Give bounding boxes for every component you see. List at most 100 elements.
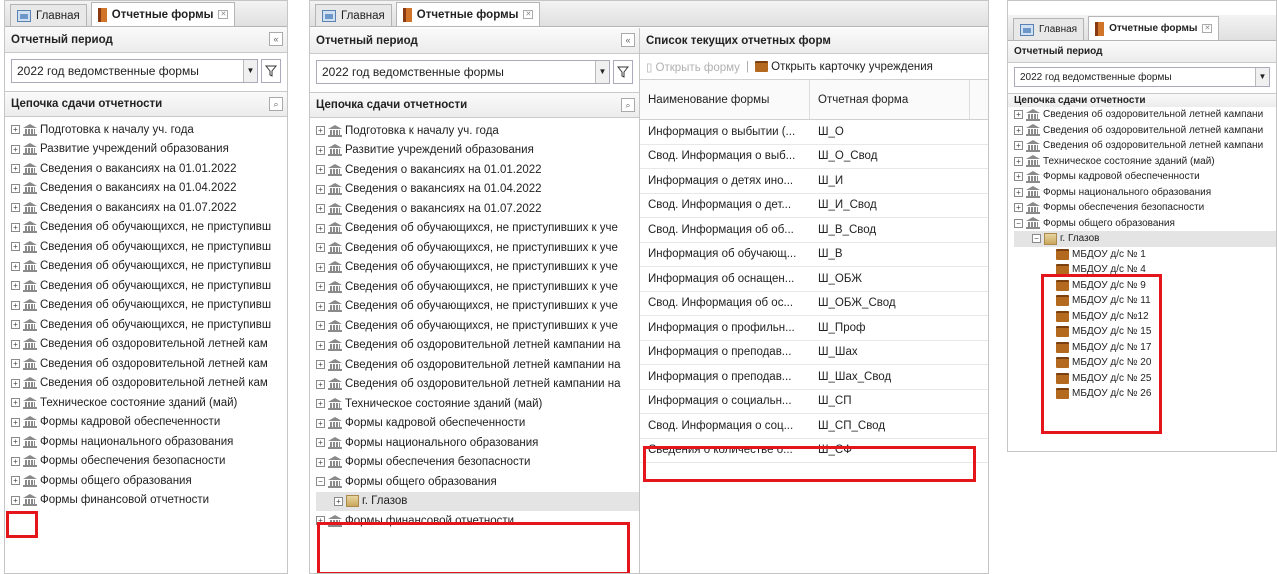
expand-icon[interactable]: + xyxy=(316,126,325,136)
expand-icon[interactable]: + xyxy=(316,379,325,389)
tree-item[interactable]: + Подготовка к началу уч. года xyxy=(11,120,287,140)
tree-item[interactable]: + Сведения об обучающихся, не приступивши… xyxy=(316,258,639,278)
expand-icon[interactable]: + xyxy=(11,144,20,154)
tree-item[interactable]: + Сведения о вакансиях на 01.07.2022 xyxy=(316,199,639,219)
expand-icon[interactable]: + xyxy=(316,340,325,350)
chevron-down-icon[interactable]: ▼ xyxy=(1255,68,1269,86)
tab-home[interactable]: Главная xyxy=(10,4,87,26)
tree-item[interactable]: + Формы кадровой обеспеченности xyxy=(316,414,639,434)
tree-item[interactable]: + Сведения об обучающихся, не приступивши… xyxy=(316,297,639,317)
expand-icon[interactable]: + xyxy=(1014,141,1023,151)
tree-item[interactable]: + Формы финансовой отчетности xyxy=(11,491,287,511)
expand-icon[interactable]: + xyxy=(1014,172,1023,182)
tree-item[interactable]: − г. Глазов xyxy=(1014,231,1276,247)
tree-item[interactable]: + Сведения об оздоровительной летней кам xyxy=(11,374,287,394)
expand-icon[interactable]: + xyxy=(11,300,20,310)
table-row[interactable]: Свод. Информация об ос... Ш_ОБЖ_Свод xyxy=(640,292,988,316)
tree-item[interactable]: + Сведения об обучающихся, не приступивш xyxy=(11,218,287,238)
expand-icon[interactable]: + xyxy=(11,183,20,193)
expand-icon[interactable]: + xyxy=(11,398,20,408)
tree-item[interactable]: + Сведения об оздоровительной летней кам xyxy=(11,354,287,374)
expand-icon[interactable]: + xyxy=(11,339,20,349)
tree-item[interactable]: + Сведения об обучающихся, не приступивши… xyxy=(316,219,639,239)
tree-item[interactable]: + Формы обеспечения безопасности xyxy=(316,453,639,473)
tree-item[interactable]: + Сведения о вакансиях на 01.07.2022 xyxy=(11,198,287,218)
expand-icon[interactable]: + xyxy=(1014,125,1023,135)
tree-item[interactable]: + Формы кадровой обеспеченности xyxy=(1014,169,1276,185)
table-row[interactable]: Информация о преподав... Ш_Шах xyxy=(640,341,988,365)
expand-icon[interactable]: + xyxy=(1014,203,1023,213)
expand-icon[interactable]: + xyxy=(316,438,325,448)
tree-item[interactable]: + Сведения об оздоровительной летней камп… xyxy=(316,375,639,395)
tree-item[interactable]: + Сведения об обучающихся, не приступивши… xyxy=(316,316,639,336)
tree-item[interactable]: + Формы национального образования xyxy=(11,432,287,452)
expand-icon[interactable]: + xyxy=(11,222,20,232)
expand-icon[interactable]: + xyxy=(11,476,20,486)
tree-item[interactable]: + Сведения о вакансиях на 01.04.2022 xyxy=(11,179,287,199)
period-select[interactable]: 2022 год ведомственные формы ▼ xyxy=(11,59,258,83)
tab-home[interactable]: Главная xyxy=(315,4,392,26)
tree-item[interactable]: + Формы национального образования xyxy=(1014,185,1276,201)
table-row[interactable]: Свод. Информация о соц... Ш_СП_Свод xyxy=(640,414,988,439)
expand-icon[interactable]: + xyxy=(316,516,325,526)
table-row[interactable]: Информация о социальн... Ш_СП xyxy=(640,390,988,414)
period-select[interactable]: 2022 год ведомственные формы ▼ xyxy=(1014,67,1270,87)
table-row[interactable]: Информация о выбытии (... Ш_О xyxy=(640,120,988,145)
collapse-icon[interactable]: − xyxy=(1014,218,1023,228)
expand-icon[interactable]: + xyxy=(11,281,20,291)
tree-item[interactable]: + Сведения об оздоровительной летней камп… xyxy=(1014,138,1276,154)
close-icon[interactable]: ✕ xyxy=(218,10,229,19)
table-row[interactable]: Информация об оснащен... Ш_ОБЖ xyxy=(640,267,988,292)
tree-item[interactable]: + Формы кадровой обеспеченности xyxy=(11,413,287,433)
filter-button[interactable] xyxy=(261,59,281,83)
table-row[interactable]: Свод. Информация о выб... Ш_О_Свод xyxy=(640,145,988,169)
tree-item[interactable]: + Сведения об оздоровительной летней камп… xyxy=(316,355,639,375)
tree-item[interactable]: + Сведения о вакансиях на 01.01.2022 xyxy=(11,159,287,179)
expand-icon[interactable]: + xyxy=(11,320,20,330)
expand-icon[interactable]: + xyxy=(316,223,325,233)
expand-icon[interactable]: + xyxy=(316,184,325,194)
chevron-down-icon[interactable]: ▼ xyxy=(595,61,609,83)
expand-icon[interactable]: + xyxy=(316,165,325,175)
binoculars-icon[interactable]: ⌕ xyxy=(269,97,283,111)
tree-item[interactable]: + Подготовка к началу уч. года xyxy=(316,121,639,141)
expand-icon[interactable]: + xyxy=(11,164,20,174)
chevron-down-icon[interactable]: ▼ xyxy=(243,60,257,82)
open-card-button[interactable]: Открыть карточку учреждения xyxy=(754,61,933,73)
tab-forms[interactable]: Отчетные формы ✕ xyxy=(90,2,236,26)
expand-icon[interactable]: + xyxy=(316,360,325,370)
expand-icon[interactable]: + xyxy=(11,261,20,271)
tab-forms[interactable]: Отчетные формы ✕ xyxy=(1088,16,1220,40)
close-icon[interactable]: ✕ xyxy=(523,10,534,19)
tree-item[interactable]: + Формы финансовой отчетности xyxy=(316,511,639,531)
tree-item[interactable]: + Техническое состояние зданий (май) xyxy=(316,394,639,414)
tree-item[interactable]: + Сведения об обучающихся, не приступивш xyxy=(11,257,287,277)
expand-icon[interactable]: + xyxy=(316,262,325,272)
expand-icon[interactable]: + xyxy=(1014,156,1023,166)
tree-item[interactable]: + Формы обеспечения безопасности xyxy=(1014,200,1276,216)
table-row[interactable]: Информация о преподав... Ш_Шах_Свод xyxy=(640,365,988,390)
tree-item[interactable]: + Сведения об обучающихся, не приступивши… xyxy=(316,277,639,297)
tree-item[interactable]: МБДОУ д/с № 25 xyxy=(1014,371,1276,387)
expand-icon[interactable]: + xyxy=(11,378,20,388)
tree-item[interactable]: МБДОУ д/с № 4 xyxy=(1014,262,1276,278)
expand-icon[interactable]: + xyxy=(11,125,20,135)
table-row[interactable]: Сведения о количестве о... Ш_СФ xyxy=(640,439,988,463)
expand-icon[interactable]: + xyxy=(11,417,20,427)
tree-item[interactable]: + Сведения об оздоровительной летней камп… xyxy=(1014,123,1276,139)
tree-item[interactable]: МБДОУ д/с №12 xyxy=(1014,309,1276,325)
expand-icon[interactable]: + xyxy=(11,359,20,369)
tab-forms[interactable]: Отчетные формы ✕ xyxy=(395,2,541,26)
binoculars-icon[interactable]: ⌕ xyxy=(621,98,635,112)
expand-icon[interactable]: + xyxy=(316,399,325,409)
tree-item[interactable]: + Сведения о вакансиях на 01.01.2022 xyxy=(316,160,639,180)
close-icon[interactable]: ✕ xyxy=(1202,24,1213,33)
expand-icon[interactable]: + xyxy=(316,321,325,331)
expand-icon[interactable]: + xyxy=(334,496,343,506)
expand-icon[interactable]: + xyxy=(11,495,20,505)
tree-item[interactable]: МБДОУ д/с № 15 xyxy=(1014,324,1276,340)
tree-item[interactable]: + Формы общего образования xyxy=(11,471,287,491)
col-form-header[interactable]: Отчетная форма xyxy=(810,80,970,119)
table-row[interactable]: Информация о детях ино... Ш_И xyxy=(640,169,988,194)
tree-item[interactable]: + Формы национального образования xyxy=(316,433,639,453)
